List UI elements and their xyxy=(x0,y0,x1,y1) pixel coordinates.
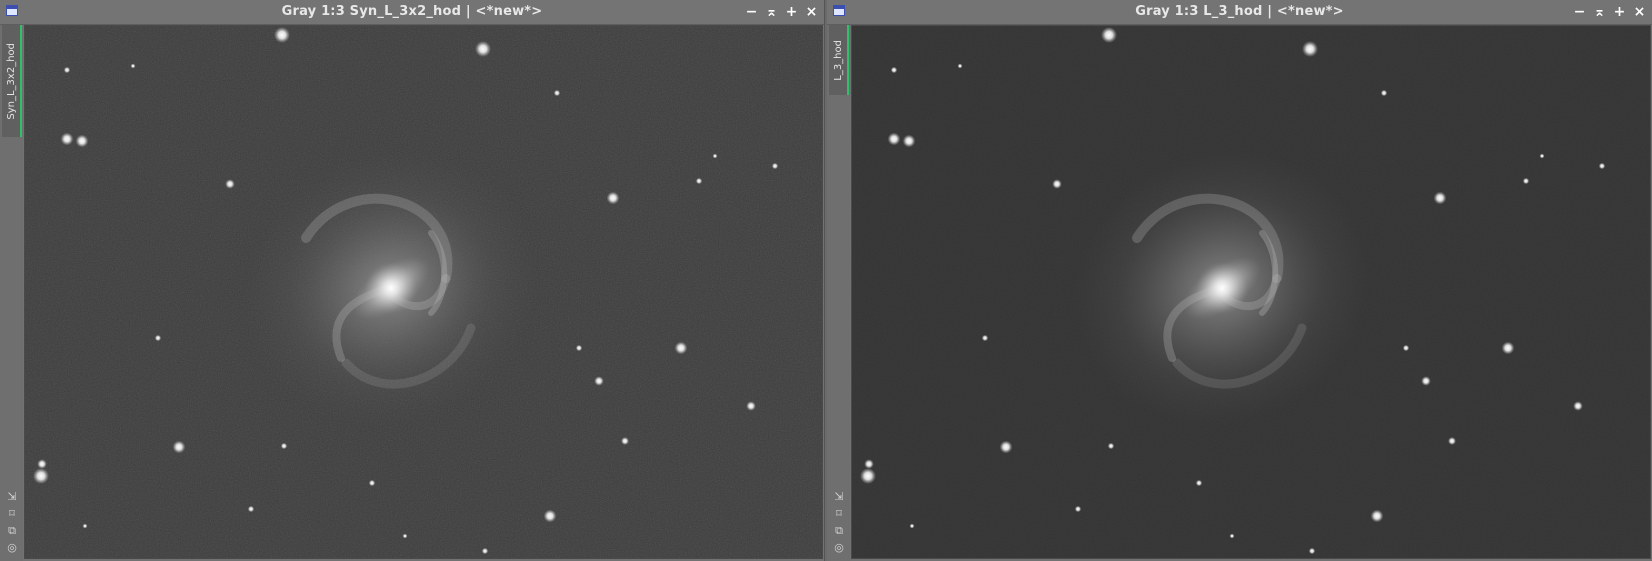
image-viewport[interactable] xyxy=(24,25,823,559)
maximize-button[interactable]: + xyxy=(1611,3,1628,20)
image-window-right[interactable]: Gray 1:3 L_3_hod | <*new*> − ⌅ + × L_3_h… xyxy=(827,0,1652,561)
maximize-button[interactable]: + xyxy=(783,3,800,20)
close-button[interactable]: × xyxy=(803,3,820,20)
view-sidebar: L_3_hod ⇲ ⌑ ⧉ ◎ xyxy=(827,25,850,561)
close-button[interactable]: × xyxy=(1631,3,1648,20)
view-identifier-tab[interactable]: Syn_L_3x2_hod xyxy=(2,25,22,137)
image-window-left[interactable]: Gray 1:3 Syn_L_3x2_hod | <*new*> − ⌅ + ×… xyxy=(0,0,825,561)
view-identifier-tab[interactable]: L_3_hod xyxy=(829,25,849,95)
view-identifier-label: Syn_L_3x2_hod xyxy=(5,42,17,120)
window-title: Gray 1:3 Syn_L_3x2_hod | <*new*> xyxy=(281,4,543,19)
stf-icon[interactable]: ◎ xyxy=(832,540,846,555)
clone-view-icon[interactable]: ⧉ xyxy=(5,523,19,538)
zoom-fit-icon[interactable]: ⇲ xyxy=(832,489,846,504)
shade-button[interactable]: ⌅ xyxy=(763,3,780,20)
shade-button[interactable]: ⌅ xyxy=(1591,3,1608,20)
zoom-fit-icon[interactable]: ⇲ xyxy=(5,489,19,504)
clone-view-icon[interactable]: ⧉ xyxy=(832,523,846,538)
minimize-button[interactable]: − xyxy=(743,3,760,20)
stf-icon[interactable]: ◎ xyxy=(5,540,19,555)
view-identifier-label: L_3_hod xyxy=(832,39,844,81)
zoom-to-fit-icon[interactable]: ⌑ xyxy=(832,506,846,521)
image-viewport[interactable] xyxy=(851,25,1651,559)
window-title: Gray 1:3 L_3_hod | <*new*> xyxy=(1135,4,1344,19)
galaxy-image xyxy=(25,26,822,558)
title-bar[interactable]: Gray 1:3 L_3_hod | <*new*> − ⌅ + × xyxy=(827,0,1652,25)
zoom-to-fit-icon[interactable]: ⌑ xyxy=(5,506,19,521)
view-sidebar: Syn_L_3x2_hod ⇲ ⌑ ⧉ ◎ xyxy=(0,25,23,561)
galaxy-image xyxy=(852,26,1650,558)
title-bar[interactable]: Gray 1:3 Syn_L_3x2_hod | <*new*> − ⌅ + × xyxy=(0,0,824,25)
minimize-button[interactable]: − xyxy=(1571,3,1588,20)
